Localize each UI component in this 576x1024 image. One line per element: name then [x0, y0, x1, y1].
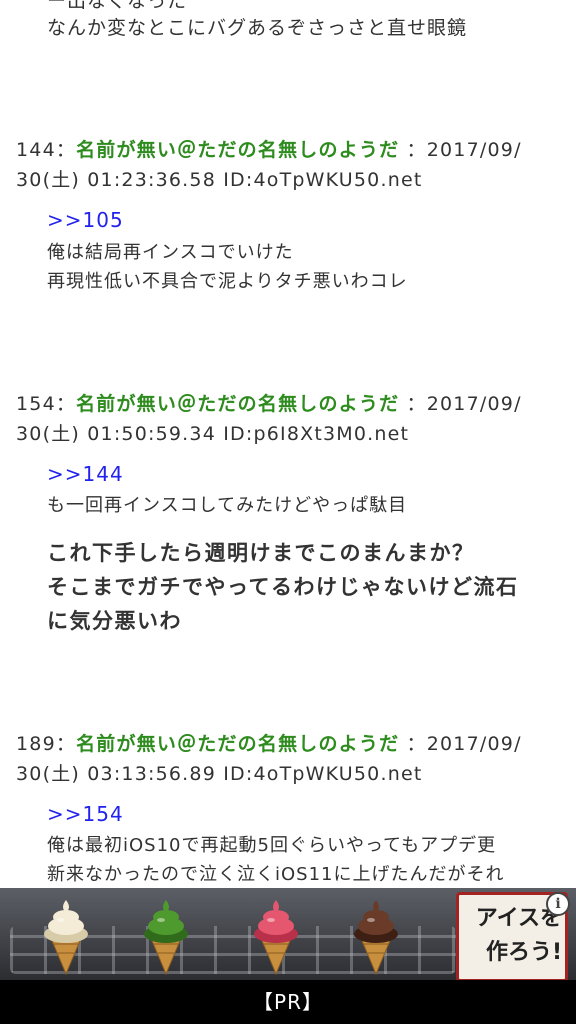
post-emphasis-line: そこまでガチでやってるわけじゃないけど流石	[47, 575, 519, 599]
post-number: 154	[16, 393, 56, 415]
pr-label-bar[interactable]: 【PR】	[0, 980, 576, 1024]
post-body-line: ー出なくなった	[47, 0, 188, 12]
info-icon[interactable]: i	[546, 892, 570, 916]
poster-name[interactable]: 名前が無い＠ただの名無しのようだ	[76, 733, 399, 755]
poster-name[interactable]: 名前が無い＠ただの名無しのようだ	[76, 393, 399, 415]
reply-anchor-link[interactable]: >>105	[47, 208, 124, 232]
post-number: 189	[16, 733, 56, 755]
post-date-id: 30(土) 03:13:56.89 ID:4oTpWKU50.net	[16, 763, 423, 785]
post-separator: ：	[55, 139, 77, 161]
post-header: 154：名前が無い＠ただの名無しのようだ ：2017/09/	[16, 389, 522, 416]
post-date: ：2017/09/	[406, 733, 522, 755]
ad-headline-line: 作ろう!	[485, 940, 562, 965]
post-number: 144	[16, 139, 56, 161]
reply-anchor-link[interactable]: >>144	[47, 462, 124, 486]
post-body-line: 新来なかったので泣く泣くiOS11に上げたんだがそれ	[47, 864, 505, 885]
reply-anchor-link[interactable]: >>154	[47, 802, 124, 826]
post-body-line: も一回再インスコしてみたけどやっぱ駄目	[47, 495, 408, 516]
post-body-line: 俺は最初iOS10で再起動5回ぐらいやってもアプデ更	[47, 835, 497, 856]
post-body-line: なんか変なとこにバグあるぞさっさと直せ眼鏡	[47, 17, 468, 39]
post-separator: ：	[55, 393, 77, 415]
poster-name[interactable]: 名前が無い＠ただの名無しのようだ	[76, 139, 399, 161]
post-body-line: 俺は結局再インスコでいけた	[47, 242, 294, 263]
post-separator: ：	[55, 733, 77, 755]
post-date: ：2017/09/	[406, 393, 522, 415]
post-date-id: 30(土) 01:50:59.34 ID:p6I8Xt3M0.net	[16, 423, 410, 445]
ice-cream-strawberry-icon	[254, 900, 298, 976]
thread-content: ー出なくなった なんか変なとこにバグあるぞさっさと直せ眼鏡 144：名前が無い＠…	[0, 0, 576, 888]
post-date: ：2017/09/	[406, 139, 522, 161]
post-body-line: 再現性低い不具合で泥よりタチ悪いわコレ	[47, 271, 408, 292]
post-emphasis-line: に気分悪いわ	[47, 609, 182, 633]
ad-banner[interactable]: アイスを 作ろう! i	[0, 888, 576, 980]
post-emphasis-line: これ下手したら週明けまでこのまんまか？	[47, 541, 475, 565]
post-header: 189：名前が無い＠ただの名無しのようだ ：2017/09/	[16, 729, 522, 756]
ice-cream-vanilla-icon	[44, 900, 88, 976]
post-header: 144：名前が無い＠ただの名無しのようだ ：2017/09/	[16, 135, 522, 162]
ice-cream-matcha-chocolate-chip-icon	[144, 900, 188, 976]
ice-cream-chocolate-icon	[354, 900, 398, 976]
post-date-id: 30(土) 01:23:36.58 ID:4oTpWKU50.net	[16, 169, 423, 191]
